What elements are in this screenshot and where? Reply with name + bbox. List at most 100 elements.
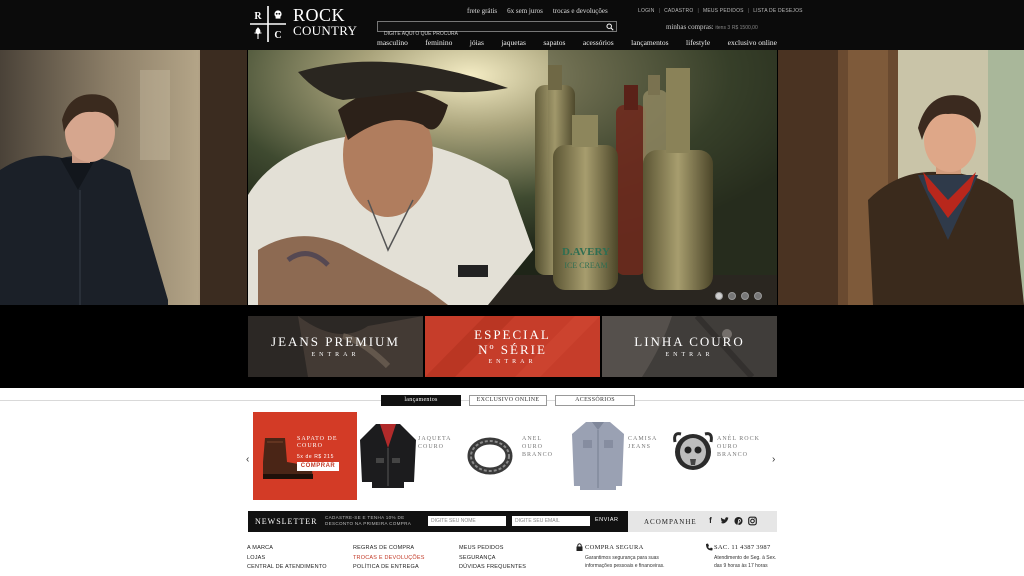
social-follow-bar: ACOMPANHE f <box>628 511 777 532</box>
carousel-prev-icon[interactable]: ‹ <box>246 454 249 465</box>
lock-icon <box>576 543 583 551</box>
footer-link[interactable]: POLÍTICA DE ENTREGA <box>353 563 425 573</box>
model-photo-right <box>778 50 1024 305</box>
banner-linha-couro[interactable]: LINHA COURO ENTRAR <box>602 316 777 377</box>
separator: | <box>747 8 750 14</box>
banner-jeans-premium[interactable]: JEANS PREMIUM ENTRAR <box>248 316 423 377</box>
nav-item-lancamentos[interactable]: lançamentos <box>631 38 669 47</box>
tab-acessorios[interactable]: ACESSÓRIOS <box>555 395 635 406</box>
slide-indicators <box>715 292 762 300</box>
account-links: LOGIN | CADASTRO | MEUS PEDIDOS | LISTA DE … <box>638 8 803 14</box>
product-name: ANÉL ROCK OURO BRANCO <box>717 435 760 459</box>
svg-text:ICE CREAM: ICE CREAM <box>564 261 607 270</box>
login-link[interactable]: LOGIN <box>638 8 655 14</box>
nav-item-exclusivo-online[interactable]: exclusivo online <box>728 38 777 47</box>
product-name-line3: BRANCO <box>522 452 554 458</box>
instagram-icon[interactable] <box>748 516 757 526</box>
nav-item-jaquetas[interactable]: jaquetas <box>501 38 526 47</box>
newsletter-description: CADASTRE-SE E TENHA 10% DE DESCONTO NA P… <box>325 515 411 527</box>
product-name-line1: CAMISA <box>628 436 658 442</box>
sac-hours-line1: Atendimento de Seg. à Sex. <box>714 555 777 561</box>
nav-item-acessorios[interactable]: acessórios <box>583 38 614 47</box>
newsletter-bar: NEWSLETTER CADASTRE-SE E TENHA 10% DE DE… <box>248 511 628 532</box>
product-name-line1: JAQUETA <box>418 436 452 442</box>
search-icon[interactable] <box>606 23 614 31</box>
promo-installments[interactable]: 6x sem juros <box>507 7 543 15</box>
hero-right-photo <box>778 50 1024 305</box>
newsletter-title: NEWSLETTER <box>255 517 318 526</box>
pinterest-icon[interactable] <box>734 516 743 526</box>
model-photo-left <box>0 50 247 305</box>
footer-link[interactable]: MEUS PEDIDOS <box>459 544 526 554</box>
svg-text:R: R <box>254 11 262 22</box>
page: R C ROCK COUNTRY frete grátis 6x sem jur… <box>0 0 1024 576</box>
cart-items-count: itens 3 <box>715 25 731 31</box>
tab-lancamentos[interactable]: lançamentos <box>381 395 461 406</box>
hero-slide-image[interactable]: D.AVERY ICE CREAM <box>248 50 777 305</box>
nav-item-sapatos[interactable]: sapatos <box>543 38 565 47</box>
product-name-line1: ANEL <box>522 436 542 442</box>
follow-label: ACOMPANHE <box>644 518 697 526</box>
product-tabs: lançamentos EXCLUSIVO ONLINE ACESSÓRIOS <box>381 395 635 406</box>
my-orders-link[interactable]: MEUS PEDIDOS <box>703 8 744 14</box>
cart-total: R$ 1500,00 <box>731 25 758 31</box>
newsletter-name-input[interactable] <box>428 516 506 526</box>
featured-name-line1: SAPATO DE <box>297 436 338 442</box>
logo-wordmark: ROCK COUNTRY <box>293 5 357 38</box>
sac-hours-line2: das 9 horas às 17 horas <box>714 563 768 569</box>
slide-dot[interactable] <box>728 292 736 300</box>
newsletter-send-button[interactable]: ENVIAR <box>595 517 618 523</box>
banner-cta: ENTRAR <box>311 352 360 358</box>
carousel-next-icon[interactable]: › <box>772 454 775 465</box>
newsletter-desc-line2: DESCONTO NA PRIMEIRA COMPRA <box>325 521 412 526</box>
cart-summary[interactable]: minhas compras: itens 3 R$ 1500,00 <box>666 23 758 31</box>
signup-link[interactable]: CADASTRO <box>664 8 693 14</box>
banner-title: ESPECIAL Nº SÉRIE <box>425 327 600 357</box>
footer-link-active[interactable]: TROCAS E DEVOLUÇÕES <box>353 554 425 564</box>
featured-product-card[interactable]: SAPATO DE COURO 5x de R$ 215 COMPRAR <box>253 412 357 500</box>
slide-dot[interactable] <box>754 292 762 300</box>
footer-link[interactable]: REGRAS DE COMPRA <box>353 544 425 554</box>
brand-logo[interactable]: R C ROCK COUNTRY <box>249 5 361 43</box>
tab-exclusivo-online[interactable]: EXCLUSIVO ONLINE <box>469 395 547 406</box>
main-slide-photo: D.AVERY ICE CREAM <box>248 50 777 305</box>
footer-link[interactable]: A MARCA <box>247 544 327 554</box>
promo-returns[interactable]: trocas e devoluções <box>553 7 608 15</box>
footer-link[interactable]: CENTRAL DE ATENDIMENTO <box>247 563 327 573</box>
ring-image <box>467 437 513 475</box>
slide-dot[interactable] <box>715 292 723 300</box>
twitter-icon[interactable] <box>720 516 729 526</box>
secure-purchase-title: COMPRA SEGURA <box>585 544 644 551</box>
footer-col-institutional: A MARCA LOJAS CENTRAL DE ATENDIMENTO <box>247 544 327 573</box>
separator: | <box>658 8 661 14</box>
banner-especial-serie[interactable]: ESPECIAL Nº SÉRIE ENTRAR <box>425 316 600 377</box>
buy-button[interactable]: COMPRAR <box>297 462 339 471</box>
product-name-line3: BRANCO <box>717 452 749 458</box>
cart-label: minhas compras: <box>666 23 714 31</box>
nav-item-lifestyle[interactable]: lifestyle <box>686 38 710 47</box>
hero-left-photo <box>0 50 247 305</box>
svg-text:D.AVERY: D.AVERY <box>562 246 610 258</box>
newsletter-email-input[interactable] <box>512 516 590 526</box>
nav-item-joias[interactable]: jóias <box>470 38 484 47</box>
slide-dot[interactable] <box>741 292 749 300</box>
product-name-line2: COURO <box>418 444 445 450</box>
nav-item-masculino[interactable]: masculino <box>377 38 408 47</box>
banner-title-line1: ESPECIAL <box>474 327 551 342</box>
footer-link[interactable]: LOJAS <box>247 554 327 564</box>
secure-text-line2: informações pessoais e financeiras. <box>585 563 665 569</box>
facebook-icon[interactable]: f <box>706 516 715 526</box>
logo-word-rock: ROCK <box>293 5 346 25</box>
promo-free-shipping[interactable]: frete grátis <box>467 7 497 15</box>
svg-text:C: C <box>274 30 281 41</box>
banner-cta: ENTRAR <box>665 352 714 358</box>
phone-icon <box>706 543 713 551</box>
wishlist-link[interactable]: LISTA DE DESEJOS <box>753 8 803 14</box>
secure-purchase-text: Garantimos segurança para suas informaçõ… <box>585 554 665 570</box>
product-name: CAMISA JEANS <box>628 435 657 451</box>
footer-link[interactable]: SEGURANÇA <box>459 554 526 564</box>
nav-item-feminino[interactable]: feminino <box>425 38 452 47</box>
footer-link[interactable]: DÚVIDAS FREQUENTES <box>459 563 526 573</box>
banner-title-line2: Nº SÉRIE <box>478 342 547 357</box>
featured-product-name: SAPATO DE COURO <box>297 436 338 450</box>
